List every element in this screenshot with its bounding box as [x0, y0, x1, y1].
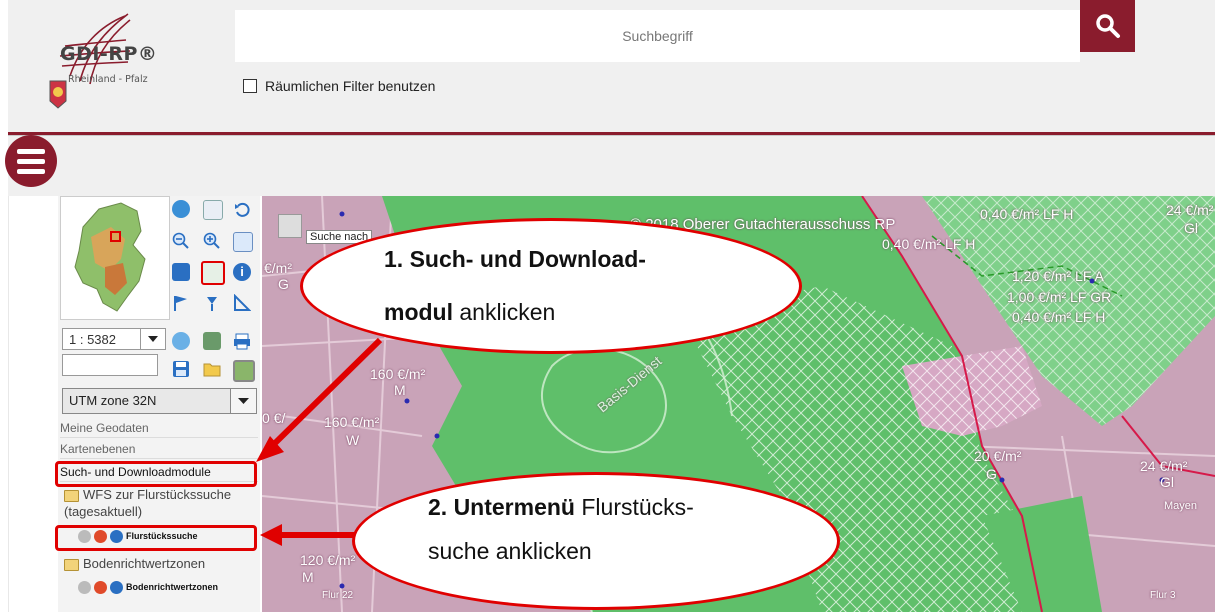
- callout-step-1-line2: modul anklicken: [384, 293, 555, 331]
- callout-step-2-line2: suche anklicken: [428, 538, 592, 564]
- callout-step-1-line1: 1. Such- und Download-: [384, 246, 646, 272]
- callout-step-2-rest: Flurstücks-: [574, 494, 694, 520]
- app-window: GDI-RP® Rheinland - Pfalz Suchbegriff Rä…: [0, 0, 1215, 612]
- callout-step-1: [300, 218, 802, 354]
- callout-step-1-bold: modul: [384, 299, 453, 325]
- callout-step-2-bold: 2. Untermenü: [428, 494, 575, 520]
- callout-step-1-rest: anklicken: [453, 299, 556, 325]
- callout-step-2-line1: 2. Untermenü Flurstücks-: [428, 488, 694, 526]
